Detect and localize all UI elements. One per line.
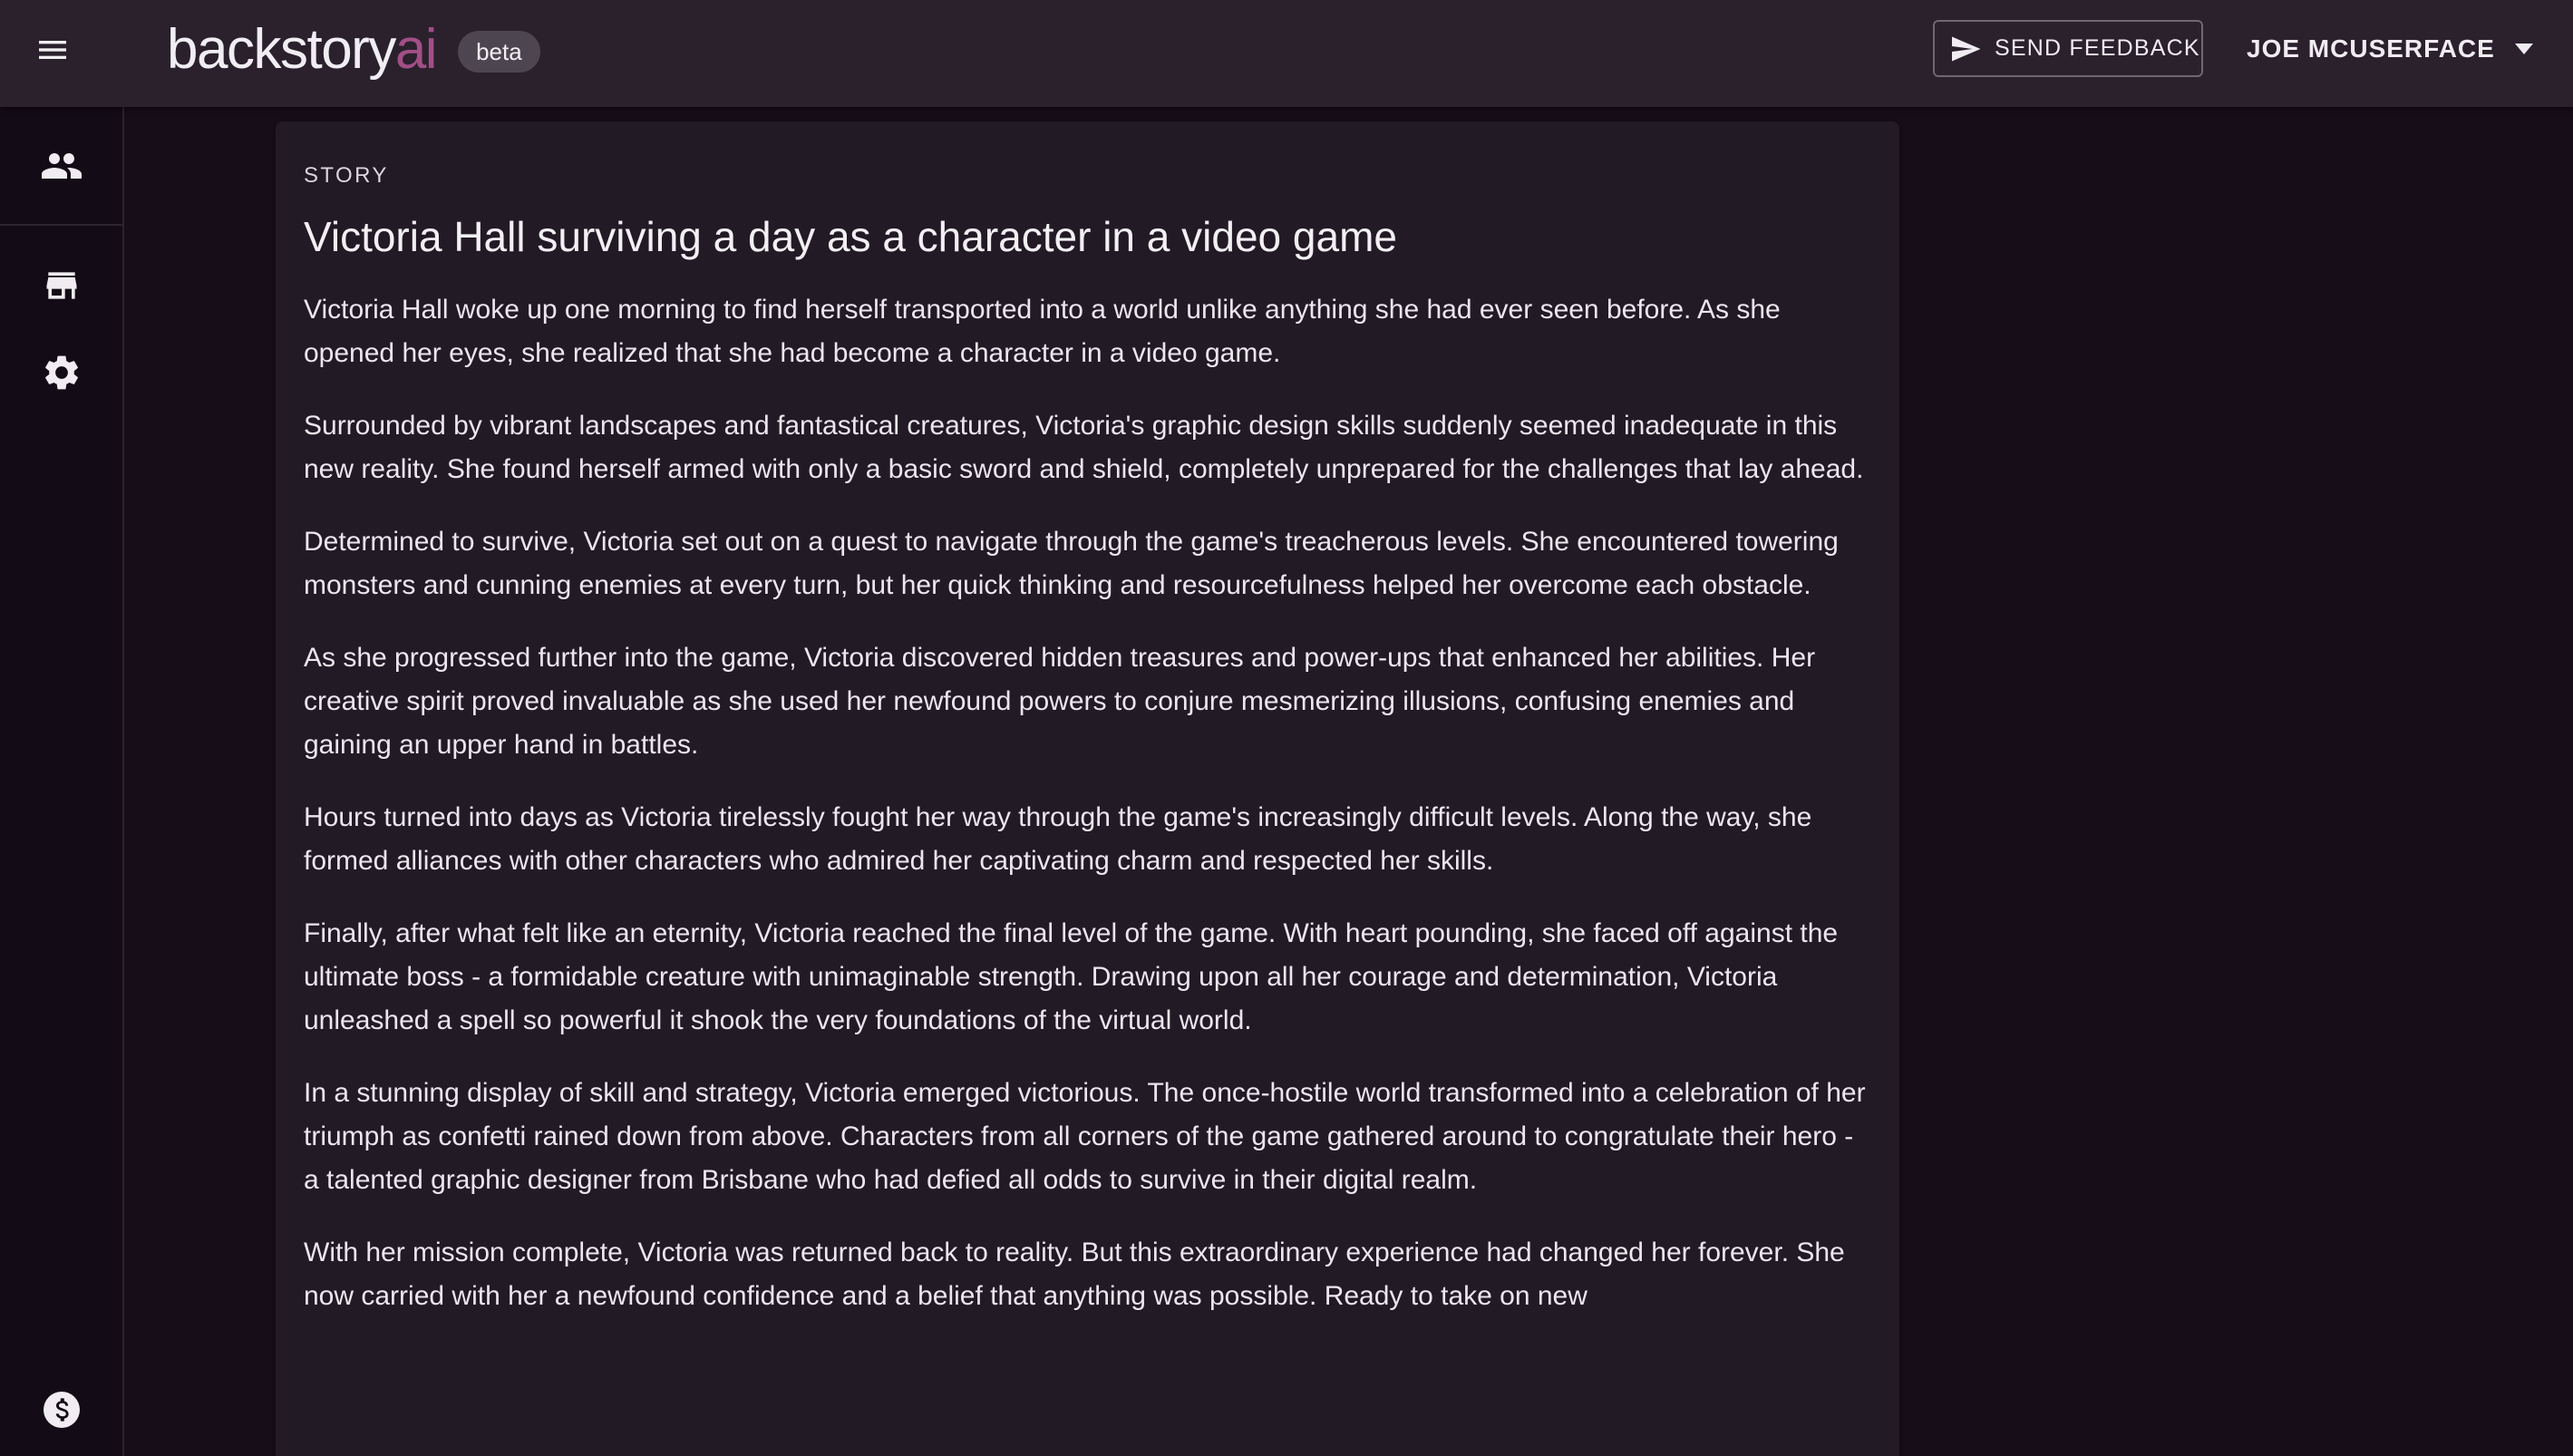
brand-logo[interactable]: backstoryai beta: [167, 13, 540, 85]
user-menu-button[interactable]: JOE MCUSERFACE: [2247, 25, 2533, 73]
sidebar-nav: [0, 107, 124, 1456]
dollar-icon: [43, 1392, 80, 1428]
story-title: Victoria Hall surviving a day as a chara…: [304, 213, 1397, 260]
user-name: JOE MCUSERFACE: [2247, 34, 2495, 63]
brand-accent-text: ai: [394, 17, 438, 81]
sidebar-item-store[interactable]: [0, 254, 122, 317]
menu-button[interactable]: [27, 24, 78, 75]
app-root: backstoryai beta SEND FEEDBACK JOE MCUSE…: [0, 0, 2573, 1456]
sidebar-divider: [0, 224, 122, 226]
story-paragraph: Determined to survive, Victoria set out …: [304, 526, 1839, 600]
brand-main-text: backstory: [167, 17, 396, 81]
story-paragraph: In a stunning display of skill and strat…: [304, 1077, 1866, 1195]
story-body: Victoria Hall woke up one morning to fin…: [304, 288, 1870, 1318]
send-icon: [1952, 36, 1981, 61]
sidebar-item-billing[interactable]: [0, 1378, 122, 1441]
people-icon: [41, 153, 82, 179]
gear-icon: [44, 355, 78, 390]
story-card: STORY Victoria Hall surviving a day as a…: [276, 121, 1899, 1456]
story-paragraph: With her mission complete, Victoria was …: [304, 1237, 1845, 1311]
story-paragraph: Victoria Hall woke up one morning to fin…: [304, 294, 1781, 368]
brand-wordmark: backstoryai: [167, 17, 438, 82]
sidebar-item-people[interactable]: [0, 134, 122, 198]
story-paragraph: Hours turned into days as Victoria tirel…: [304, 801, 1812, 876]
hamburger-menu-icon: [39, 41, 66, 59]
story-paragraph: As she progressed further into the game,…: [304, 642, 1816, 760]
story-paragraph: Finally, after what felt like an eternit…: [304, 917, 1839, 1035]
story-paragraph: Surrounded by vibrant landscapes and fan…: [304, 410, 1864, 484]
caret-down-icon: [2514, 44, 2533, 54]
top-app-bar: backstoryai beta SEND FEEDBACK JOE MCUSE…: [0, 0, 2573, 107]
send-feedback-label: SEND FEEDBACK: [1995, 35, 2200, 61]
send-feedback-button[interactable]: SEND FEEDBACK: [1933, 20, 2203, 77]
beta-badge: beta: [458, 31, 540, 73]
sidebar-item-settings[interactable]: [0, 341, 122, 404]
store-icon: [46, 272, 76, 299]
story-eyebrow: STORY: [304, 163, 389, 188]
